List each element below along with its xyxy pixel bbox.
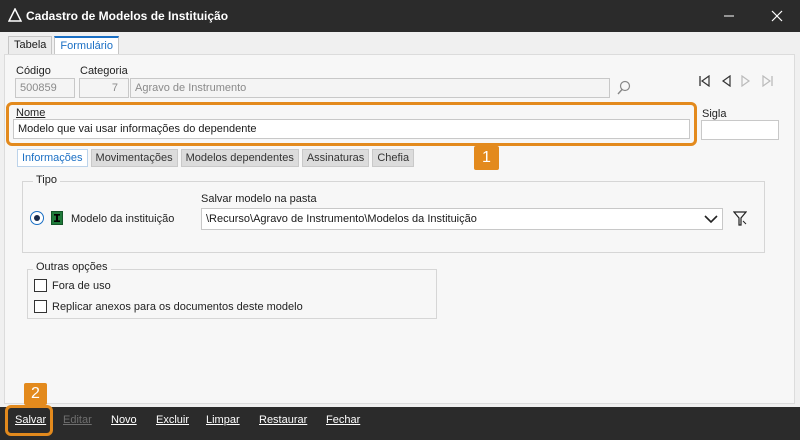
fora-de-uso-label: Fora de uso <box>52 280 111 292</box>
first-record-icon <box>699 75 710 87</box>
outras-opcoes-label: Outras opções <box>33 261 111 273</box>
title-bar: Cadastro de Modelos de Instituição <box>0 0 800 32</box>
pasta-select[interactable]: \Recurso\Agravo de Instrumento\Modelos d… <box>201 208 723 230</box>
sigla-field[interactable] <box>701 120 779 140</box>
tab-chefia[interactable]: Chefia <box>372 149 415 167</box>
tab-tabela[interactable]: Tabela <box>8 36 53 54</box>
sigla-label: Sigla <box>702 108 727 120</box>
close-button[interactable] <box>754 0 800 32</box>
tab-informacoes[interactable]: Informações <box>17 149 88 167</box>
previous-record-button[interactable] <box>718 73 734 89</box>
highlight-box-2 <box>5 405 53 436</box>
tab-formulario[interactable]: Formulário <box>54 36 119 54</box>
tab-assinaturas[interactable]: Assinaturas <box>301 149 370 167</box>
step-badge-1: 1 <box>474 146 499 170</box>
codigo-label: Código <box>16 65 51 77</box>
search-icon[interactable] <box>616 80 632 96</box>
app-icon <box>8 8 22 22</box>
window-title: Cadastro de Modelos de Instituição <box>26 9 229 23</box>
inner-tabs: Informações Movimentações Modelos depend… <box>17 149 417 167</box>
last-record-button[interactable] <box>760 73 776 89</box>
institution-type-icon <box>51 211 63 225</box>
editar-button[interactable]: Editar <box>63 414 92 426</box>
salvar-pasta-label: Salvar modelo na pasta <box>201 193 317 205</box>
chevron-down-icon <box>704 215 718 224</box>
novo-button[interactable]: Novo <box>111 414 137 426</box>
categoria-name-field[interactable]: Agravo de Instrumento <box>130 78 610 98</box>
replicar-anexos-label: Replicar anexos para os documentos deste… <box>52 301 303 313</box>
step-badge-2: 2 <box>24 383 47 405</box>
previous-record-icon <box>721 75 731 87</box>
limpar-button[interactable]: Limpar <box>206 414 240 426</box>
restaurar-button[interactable]: Restaurar <box>259 414 307 426</box>
action-toolbar: Salvar Editar Novo Excluir Limpar Restau… <box>0 407 800 440</box>
tab-movimentacoes[interactable]: Movimentações <box>90 149 178 167</box>
modelo-instituicao-radio[interactable] <box>30 211 44 225</box>
minimize-icon <box>724 15 734 17</box>
modelo-instituicao-label: Modelo da instituição <box>71 213 175 225</box>
replicar-anexos-checkbox[interactable] <box>34 300 47 313</box>
pasta-select-value: \Recurso\Agravo de Instrumento\Modelos d… <box>206 213 477 225</box>
top-tabs: Tabela Formulário <box>8 36 121 54</box>
minimize-button[interactable] <box>706 0 752 32</box>
codigo-field[interactable]: 500859 <box>15 78 75 98</box>
last-record-icon <box>762 75 773 87</box>
categoria-code-field[interactable]: 7 <box>79 78 129 98</box>
next-record-button[interactable] <box>738 73 754 89</box>
tipo-group-label: Tipo <box>33 174 60 186</box>
fechar-button[interactable]: Fechar <box>326 414 360 426</box>
first-record-button[interactable] <box>696 73 712 89</box>
filter-icon[interactable] <box>733 211 747 227</box>
categoria-label: Categoria <box>80 65 128 77</box>
close-icon <box>771 10 783 22</box>
next-record-icon <box>741 75 751 87</box>
excluir-button[interactable]: Excluir <box>156 414 189 426</box>
tab-modelos-dependentes[interactable]: Modelos dependentes <box>180 149 299 167</box>
highlight-box-1 <box>6 102 697 146</box>
fora-de-uso-checkbox[interactable] <box>34 279 47 292</box>
